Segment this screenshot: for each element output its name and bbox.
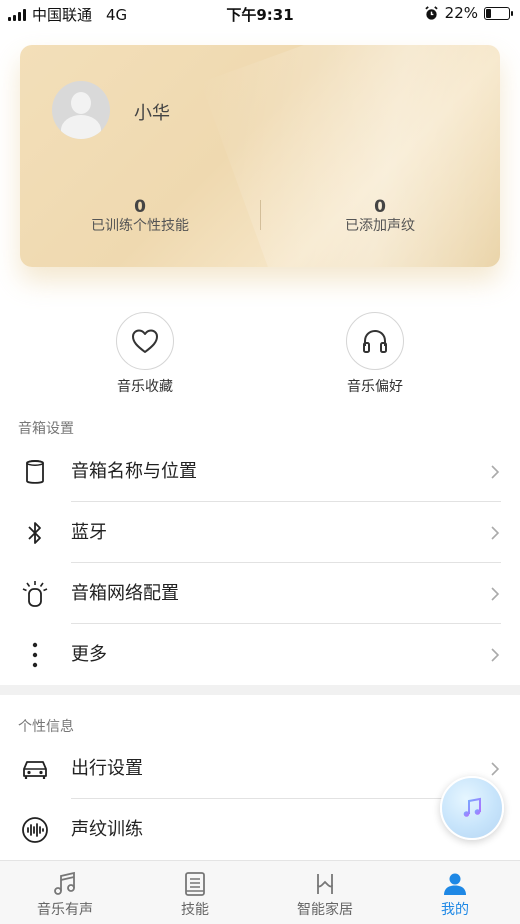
stat-label: 已添加声纹 (345, 218, 415, 234)
bluetooth-icon (18, 502, 52, 563)
stat-voiceprints[interactable]: 0 已添加声纹 (260, 197, 500, 235)
quick-action-label: 音乐收藏 (117, 379, 173, 395)
network-config-icon (18, 563, 52, 624)
section-title-personal: 个性信息 (18, 719, 74, 735)
user-name[interactable]: 小华 (134, 99, 170, 125)
music-preferences-button[interactable]: 音乐偏好 (275, 312, 475, 396)
music-note-icon (54, 871, 75, 895)
book-icon (185, 872, 205, 896)
floating-music-button[interactable] (440, 776, 504, 840)
tab-music-audio[interactable]: 音乐有声 (0, 861, 130, 924)
tab-bar: 音乐有声 技能 智能家居 我的 (0, 860, 520, 924)
tab-label: 智能家居 (297, 902, 353, 918)
alarm-icon (425, 5, 438, 20)
avatar[interactable] (52, 81, 110, 139)
battery-icon (484, 6, 513, 20)
stat-trained-skills[interactable]: 0 已训练个性技能 (20, 197, 260, 235)
car-icon (18, 738, 52, 799)
bluetooth-row[interactable]: 蓝牙 (0, 502, 520, 563)
chevron-right-icon (491, 762, 500, 776)
chevron-right-icon (491, 587, 500, 601)
speaker-icon (18, 441, 52, 502)
row-label: 音箱网络配置 (71, 583, 179, 604)
tab-label: 技能 (181, 902, 209, 918)
speaker-name-location-row[interactable]: 音箱名称与位置 (0, 441, 520, 502)
status-bar: 中国联通 4G 下午9:31 22% (0, 0, 520, 28)
row-label: 更多 (71, 644, 107, 665)
tab-smart-home[interactable]: 智能家居 (260, 861, 390, 924)
tab-label: 我的 (441, 902, 469, 918)
speaker-network-config-row[interactable]: 音箱网络配置 (0, 563, 520, 624)
row-label: 音箱名称与位置 (71, 461, 197, 482)
chevron-right-icon (491, 465, 500, 479)
smart-home-icon (317, 874, 333, 894)
status-right: 22% (424, 4, 513, 22)
tab-skills[interactable]: 技能 (130, 861, 260, 924)
section-title-speaker: 音箱设置 (18, 421, 74, 437)
music-note-icon (463, 797, 481, 817)
heart-icon (116, 312, 174, 370)
stat-value: 0 (374, 197, 386, 217)
profile-card[interactable]: 小华 0 已训练个性技能 0 已添加声纹 (20, 45, 500, 267)
stat-label: 已训练个性技能 (91, 218, 189, 234)
music-favorites-button[interactable]: 音乐收藏 (45, 312, 245, 396)
row-label: 声纹训练 (71, 819, 143, 840)
row-label: 出行设置 (71, 758, 143, 779)
travel-settings-row[interactable]: 出行设置 (0, 738, 520, 799)
row-label: 蓝牙 (71, 522, 107, 543)
more-vertical-icon (18, 624, 52, 685)
tab-mine[interactable]: 我的 (390, 861, 520, 924)
person-icon (444, 873, 466, 895)
chevron-right-icon (491, 648, 500, 662)
stat-value: 0 (134, 197, 146, 217)
headphones-icon (346, 312, 404, 370)
battery-percent: 22% (444, 4, 478, 22)
more-row[interactable]: 更多 (0, 624, 520, 685)
voiceprint-icon (18, 799, 52, 860)
chevron-right-icon (491, 526, 500, 540)
tab-label: 音乐有声 (37, 902, 93, 918)
section-gap (0, 685, 520, 695)
quick-action-label: 音乐偏好 (347, 379, 403, 395)
